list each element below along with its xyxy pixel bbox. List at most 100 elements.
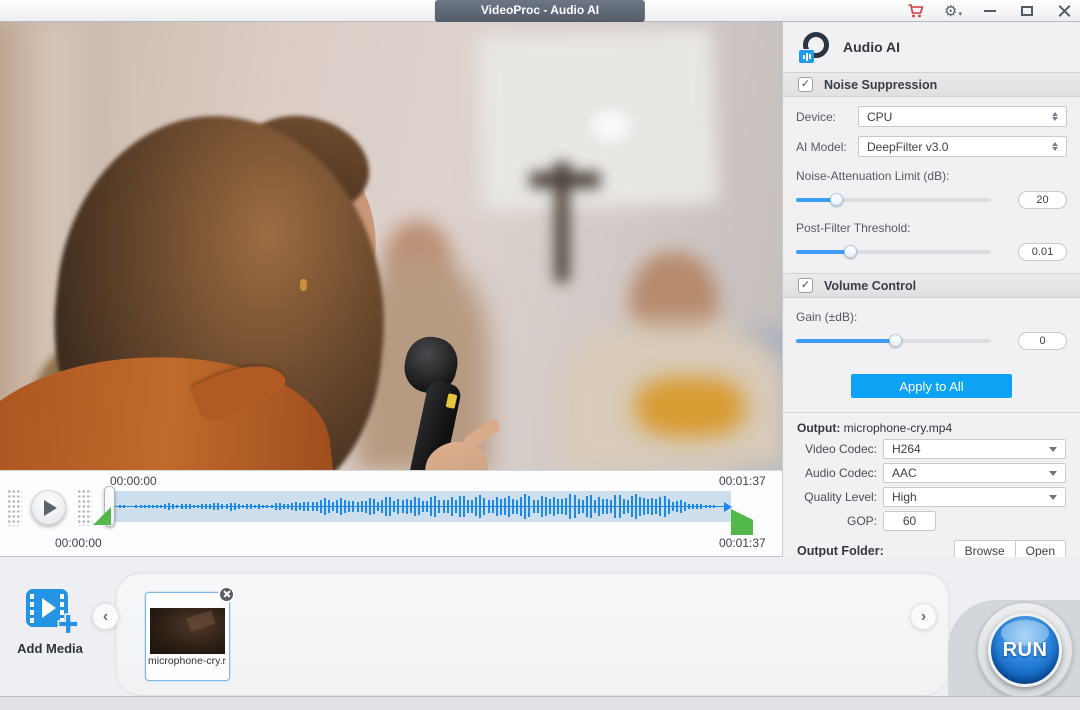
run-button[interactable]: RUN — [988, 613, 1062, 687]
add-media-button[interactable]: Add Media — [12, 587, 88, 656]
threshold-label: Post-Filter Threshold: — [796, 221, 1067, 235]
ai-model-row: AI Model: DeepFilter v3.0 — [796, 136, 1067, 157]
status-strip — [0, 696, 1080, 710]
dropdown-arrow-icon — [1049, 471, 1057, 476]
audio-codec-select[interactable]: AAC — [883, 463, 1066, 483]
gear-caret-icon: ▾ — [958, 10, 962, 18]
audio-codec-value: AAC — [892, 466, 1049, 480]
dropdown-arrow-icon — [1049, 447, 1057, 452]
gain-slider-knob[interactable] — [889, 334, 902, 347]
drag-grip-right[interactable] — [77, 489, 92, 526]
threshold-value-box[interactable]: 0.01 — [1018, 243, 1067, 261]
panel-header: Audio AI — [783, 22, 1080, 72]
slider-fill — [796, 250, 851, 254]
settings-button[interactable]: ⚙ ▾ — [943, 1, 963, 21]
attenuation-slider-knob[interactable] — [830, 193, 843, 206]
attenuation-slider[interactable] — [796, 198, 991, 202]
gain-slider-row: 0 — [796, 332, 1067, 350]
titlebar-controls: ⚙ ▾ — [906, 0, 1074, 22]
trim-start-marker[interactable] — [93, 507, 111, 525]
output-title-row: Output: microphone-cry.mp4 — [797, 421, 1066, 435]
threshold-slider-row: 0.01 — [796, 243, 1067, 261]
threshold-slider-knob[interactable] — [844, 245, 857, 258]
media-list-panel — [115, 572, 950, 696]
speaker-earring — [300, 279, 307, 291]
volume-control-checkbox[interactable]: ✓ — [798, 278, 813, 293]
minimize-button[interactable] — [980, 1, 1000, 21]
threshold-slider[interactable] — [796, 250, 991, 254]
ai-model-value: DeepFilter v3.0 — [867, 140, 1052, 154]
play-icon — [44, 500, 57, 516]
store-cart-button[interactable] — [906, 1, 926, 21]
audio-codec-row: Audio Codec: AAC — [797, 463, 1066, 483]
trim-end-time: 00:01:37 — [719, 536, 766, 550]
device-row: Device: CPU — [796, 106, 1067, 127]
spinner-icon — [1052, 142, 1058, 151]
apply-to-all-button[interactable]: Apply to All — [851, 374, 1012, 398]
dropdown-arrow-icon — [1049, 495, 1057, 500]
audio-ai-icon — [799, 31, 831, 63]
trim-end-marker[interactable] — [731, 509, 753, 535]
quality-level-select[interactable]: High — [883, 487, 1066, 507]
maximize-button[interactable] — [1017, 1, 1037, 21]
ai-model-label: AI Model: — [796, 140, 858, 154]
playhead-time: 00:00:00 — [110, 474, 157, 488]
gear-icon: ⚙ — [944, 4, 957, 19]
trim-start-time: 00:00:00 — [55, 536, 102, 550]
noise-suppression-checkbox[interactable]: ✓ — [798, 77, 813, 92]
waveform-centerline — [115, 506, 731, 507]
noise-suppression-label: Noise Suppression — [824, 78, 937, 92]
run-label: RUN — [1003, 639, 1048, 662]
gain-slider[interactable] — [796, 339, 991, 343]
settings-panel: Audio AI ✓ Noise Suppression Device: CPU… — [782, 22, 1080, 557]
scroll-left-button[interactable]: ‹ — [92, 603, 119, 630]
drag-grip-left[interactable] — [7, 489, 22, 526]
add-media-label: Add Media — [12, 641, 88, 656]
volume-control-label: Volume Control — [824, 279, 916, 293]
slider-fill — [796, 339, 895, 343]
audio-codec-label: Audio Codec: — [797, 466, 877, 480]
blurred-lamp-glow — [588, 107, 634, 145]
app-window: VideoProc - Audio AI ⚙ ▾ — [0, 0, 1080, 710]
close-icon — [1058, 5, 1071, 18]
section-volume-control: ✓ Volume Control — [783, 273, 1080, 298]
title-bar: VideoProc - Audio AI ⚙ ▾ — [0, 0, 1080, 22]
output-label: Output: — [797, 421, 840, 435]
device-select[interactable]: CPU — [858, 106, 1067, 127]
gop-label: GOP: — [797, 514, 877, 528]
output-filename: microphone-cry.mp4 — [844, 421, 952, 435]
media-clip-card[interactable]: microphone-cry.r — [145, 592, 230, 681]
video-codec-label: Video Codec: — [797, 442, 877, 456]
attenuation-slider-row: 20 — [796, 191, 1067, 209]
video-codec-value: H264 — [892, 442, 1049, 456]
close-button[interactable] — [1054, 1, 1074, 21]
blurred-camera — [530, 172, 600, 188]
video-codec-select[interactable]: H264 — [883, 439, 1066, 459]
gain-value-box[interactable]: 0 — [1018, 332, 1067, 350]
media-bar: Add Media ‹ › microphone-cry.r RUN — [0, 557, 1080, 710]
output-section: Output: microphone-cry.mp4 Video Codec: … — [783, 413, 1080, 578]
play-button[interactable] — [31, 490, 66, 525]
scroll-right-button[interactable]: › — [910, 603, 937, 630]
gop-input[interactable]: 60 — [883, 511, 936, 531]
output-folder-label: Output Folder: — [797, 544, 884, 558]
quality-level-label: Quality Level: — [797, 490, 877, 504]
waveform-end-arrow — [724, 502, 732, 512]
video-preview[interactable] — [0, 22, 783, 470]
quality-level-row: Quality Level: High — [797, 487, 1066, 507]
quality-level-value: High — [892, 490, 1049, 504]
ai-model-select[interactable]: DeepFilter v3.0 — [858, 136, 1067, 157]
add-media-icon — [21, 587, 79, 637]
attenuation-value-box[interactable]: 20 — [1018, 191, 1067, 209]
device-value: CPU — [867, 110, 1052, 124]
maximize-icon — [1021, 6, 1033, 16]
chevron-right-icon: › — [921, 609, 926, 625]
remove-clip-button[interactable] — [218, 586, 235, 603]
attenuation-label: Noise-Attenuation Limit (dB): — [796, 169, 1067, 183]
cart-icon — [907, 3, 925, 19]
duration-time: 00:01:37 — [719, 474, 766, 488]
device-label: Device: — [796, 110, 858, 124]
minimize-icon — [984, 10, 996, 12]
spinner-icon — [1052, 112, 1058, 121]
gain-label: Gain (±dB): — [796, 310, 1067, 324]
